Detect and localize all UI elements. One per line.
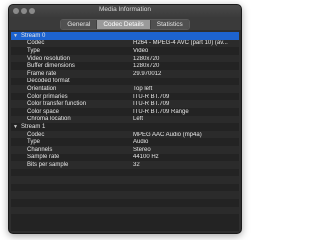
property-name: Codec: [27, 40, 45, 47]
property-value: MPEG AAC Audio (mp4a): [133, 131, 202, 138]
empty-row: [11, 176, 239, 184]
property-value: ITU-R BT.709: [133, 93, 170, 100]
property-row[interactable]: Codec H264 - MPEG-4 AVC (part 10) (av...: [11, 39, 239, 48]
property-row[interactable]: Color transfer function ITU-R BT.709: [11, 100, 239, 108]
property-row[interactable]: Type Video: [11, 47, 239, 55]
property-value: Video: [133, 47, 149, 54]
property-row[interactable]: Decoded format: [11, 78, 239, 86]
property-value: ITU-R BT.709 Range: [133, 108, 189, 115]
disclosure-triangle-icon[interactable]: ▼: [11, 124, 20, 130]
property-name: Video resolution: [27, 55, 70, 62]
property-value: Stereo: [133, 146, 151, 153]
property-row[interactable]: Color primaries ITU-R BT.709: [11, 93, 239, 101]
tab-bar: General Codec Details Statistics: [9, 18, 241, 30]
property-name: Color space: [27, 108, 60, 115]
tab-statistics[interactable]: Statistics: [150, 19, 189, 29]
property-value: 29.970012: [133, 70, 162, 77]
property-value: H264 - MPEG-4 AVC (part 10) (av...: [133, 40, 228, 47]
property-name: Type: [27, 139, 41, 146]
tab-general[interactable]: General: [61, 19, 98, 29]
stream-header-row[interactable]: ▼ Stream 0: [11, 32, 239, 40]
property-name: Chroma location: [27, 116, 71, 123]
property-name: Type: [27, 47, 41, 54]
property-row[interactable]: Bits per sample 32: [11, 161, 239, 169]
property-row[interactable]: Buffer dimensions 1280x720: [11, 62, 239, 70]
property-value: 44100 Hz: [133, 154, 159, 161]
property-row[interactable]: Video resolution 1280x720: [11, 54, 239, 63]
property-value: Top left: [133, 85, 153, 92]
tab-group: General Codec Details Statistics: [60, 18, 190, 30]
property-name: Frame rate: [27, 70, 57, 77]
media-information-window: Media Information General Codec Details …: [8, 4, 242, 234]
empty-row: [11, 169, 239, 177]
property-name: Channels: [27, 146, 53, 153]
property-value: Audio: [133, 139, 149, 146]
empty-row: [11, 206, 239, 215]
stream-header-row[interactable]: ▼ Stream 1: [11, 123, 239, 131]
window-title: Media Information: [98, 6, 152, 13]
property-row[interactable]: Frame rate 29.970012: [11, 69, 239, 78]
property-row[interactable]: Type Audio: [11, 138, 239, 146]
property-row[interactable]: Chroma location Left: [11, 115, 239, 124]
stream-label: Stream 1: [21, 123, 46, 130]
property-value: ITU-R BT.709: [133, 101, 170, 108]
property-row[interactable]: Color space ITU-R BT.709 Range: [11, 108, 239, 116]
property-name: Sample rate: [27, 154, 60, 161]
property-value: 1280x720: [133, 55, 160, 62]
property-row[interactable]: Channels Stereo: [11, 145, 239, 154]
property-name: Orientation: [27, 85, 57, 92]
codec-details-list[interactable]: ▼ Stream 0 Codec H264 - MPEG-4 AVC (part 10…: [11, 32, 239, 231]
property-name: Decoded format: [27, 78, 70, 85]
empty-row: [11, 199, 239, 207]
property-name: Color transfer function: [27, 101, 87, 108]
property-value: 32: [133, 161, 140, 168]
property-name: Buffer dimensions: [27, 63, 75, 70]
empty-row: [11, 184, 239, 192]
tab-codec-details[interactable]: Codec Details: [97, 19, 151, 29]
property-value: Left: [133, 116, 144, 123]
property-value: 1280x720: [133, 63, 160, 70]
property-row[interactable]: Codec MPEG AAC Audio (mp4a): [11, 130, 239, 139]
property-name: Bits per sample: [27, 161, 69, 168]
property-row[interactable]: Sample rate 44100 Hz: [11, 154, 239, 162]
property-name: Codec: [27, 131, 45, 138]
empty-row: [11, 191, 239, 200]
property-name: Color primaries: [27, 93, 68, 100]
disclosure-triangle-icon[interactable]: ▼: [11, 33, 20, 39]
property-row[interactable]: Orientation Top left: [11, 85, 239, 93]
stream-label: Stream 0: [21, 32, 46, 39]
title-bar: Media Information: [9, 5, 241, 18]
